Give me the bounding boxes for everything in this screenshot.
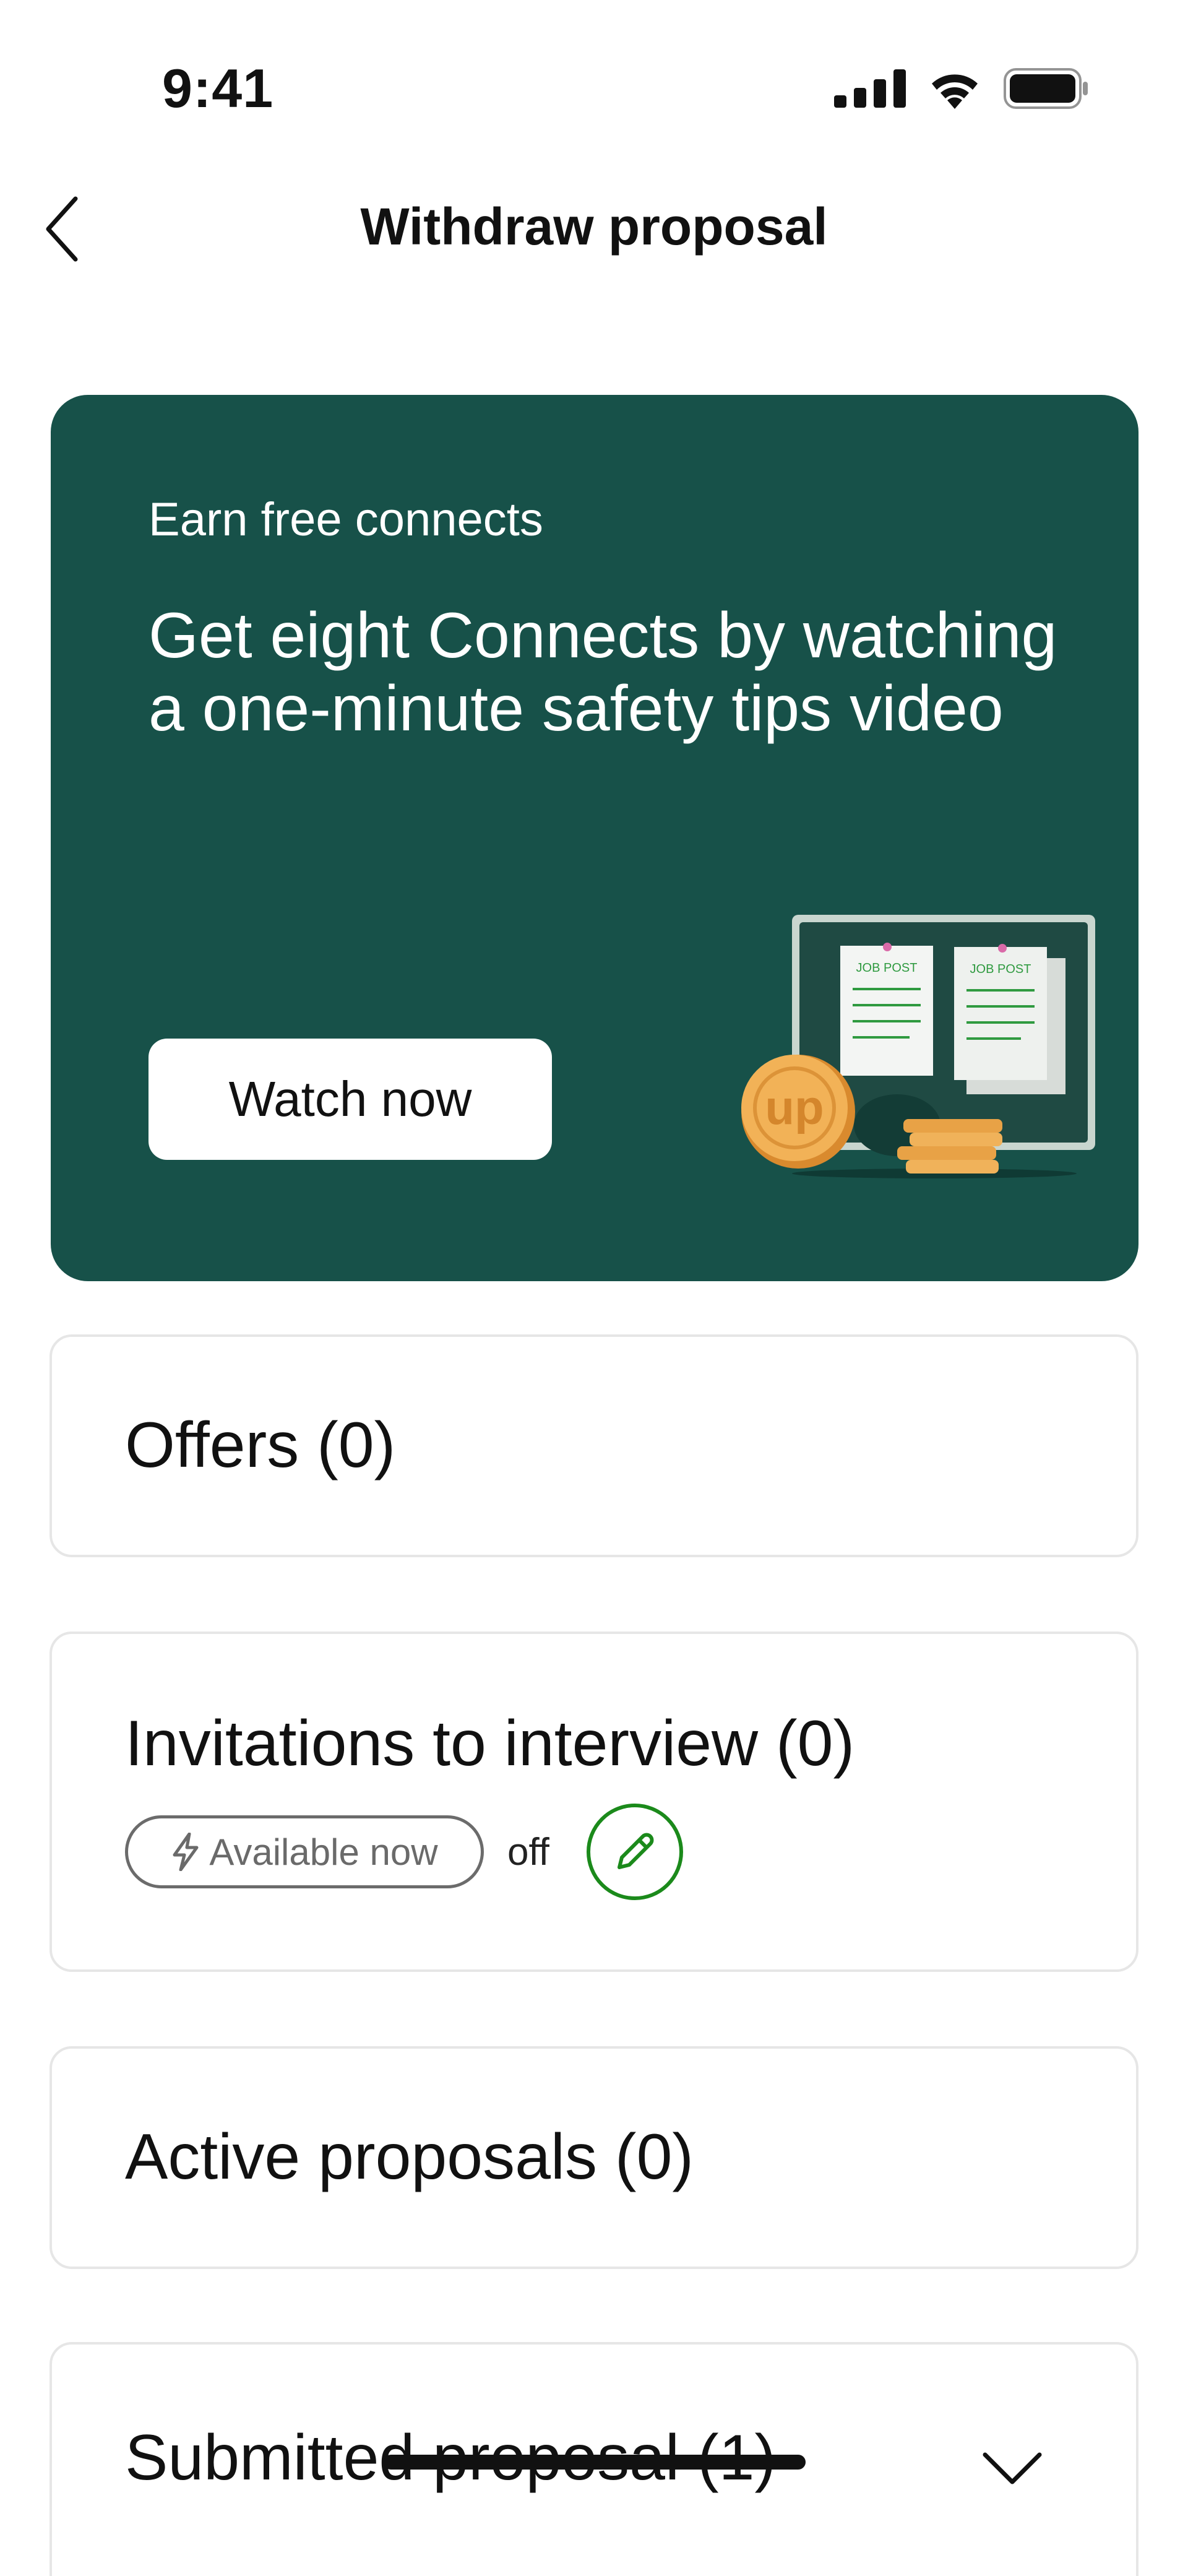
cellular-signal-icon <box>834 69 906 111</box>
promo-headline: Get eight Connects by watching a one-min… <box>148 600 1057 745</box>
lightning-bolt-icon <box>173 1833 199 1871</box>
withdraw-proposal-screen: 9:41 Withdraw proposal Earn free connect… <box>0 0 1188 2576</box>
page-title: Withdraw proposal <box>360 197 828 256</box>
pencil-icon <box>617 1833 654 1869</box>
active-proposals-label: Active proposals (0) <box>125 2121 694 2193</box>
job-post-label-2: JOB POST <box>970 962 1031 976</box>
wifi-icon <box>927 68 983 112</box>
chevron-down-icon <box>983 2452 1042 2484</box>
promo-eyebrow: Earn free connects <box>148 493 543 546</box>
invitations-label: Invitations to interview (0) <box>125 1708 855 1779</box>
expand-toggle[interactable] <box>981 2437 1043 2499</box>
available-now-badge[interactable]: Available now <box>125 1815 484 1888</box>
battery-icon <box>1004 68 1089 112</box>
active-proposals-section[interactable]: Active proposals (0) <box>50 2046 1138 2269</box>
status-time: 9:41 <box>162 58 274 119</box>
home-indicator <box>384 2455 806 2470</box>
edit-availability-button[interactable] <box>586 1804 683 1900</box>
invitations-section[interactable]: Invitations to interview (0) Available n… <box>50 1632 1138 1972</box>
availability-row: Available now off <box>125 1804 683 1900</box>
offers-label: Offers (0) <box>125 1409 396 1481</box>
job-post-label-1: JOB POST <box>856 961 918 975</box>
offers-section[interactable]: Offers (0) <box>50 1334 1138 1557</box>
coin-logo-text: up <box>765 1080 824 1135</box>
nav-header: Withdraw proposal <box>0 173 1188 285</box>
watch-now-button[interactable]: Watch now <box>148 1039 552 1160</box>
status-icons <box>834 68 1089 112</box>
status-bar: 9:41 <box>0 0 1188 142</box>
availability-state: off <box>507 1830 549 1874</box>
job-board-illustration: JOB POST JOB POST up <box>730 915 1101 1199</box>
available-now-label: Available now <box>209 1831 438 1873</box>
earn-connects-promo-card: Earn free connects Get eight Connects by… <box>51 395 1138 1281</box>
